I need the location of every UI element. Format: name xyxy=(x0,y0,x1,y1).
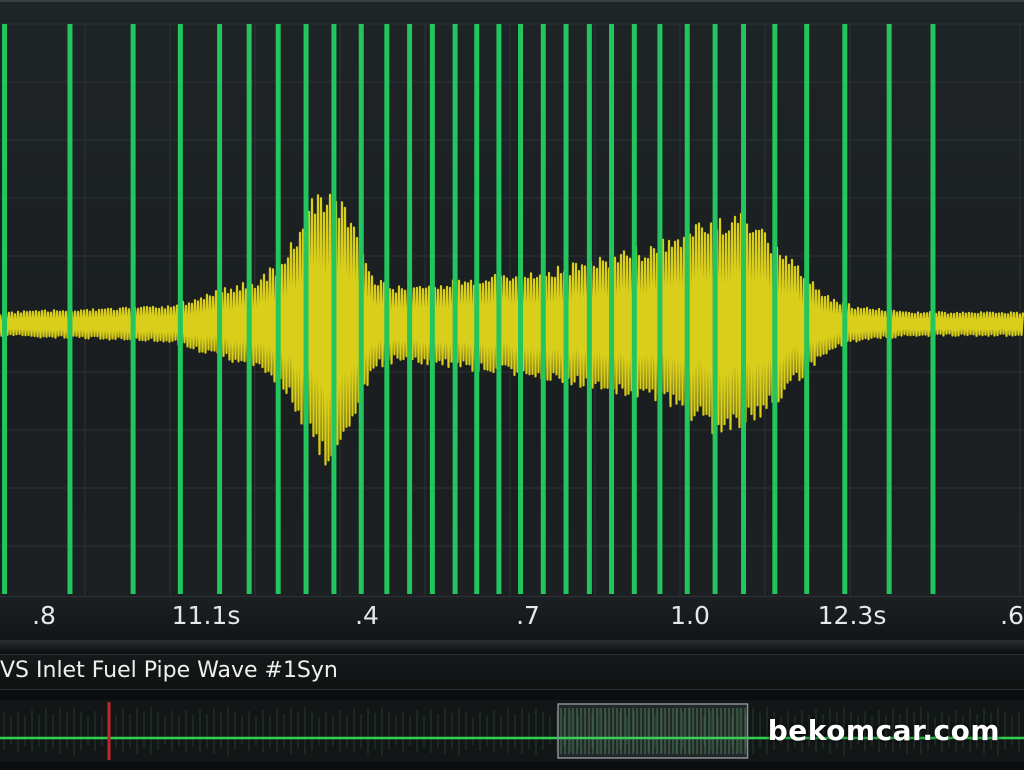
overview-window xyxy=(557,703,749,759)
waveform-plot xyxy=(0,22,1024,598)
x-tick-label: .4 xyxy=(355,601,379,630)
x-tick-label: 12.3s xyxy=(817,601,887,630)
channel-title: VS Inlet Fuel Pipe Wave #1Syn xyxy=(0,658,338,683)
watermark: bekomcar.com xyxy=(767,714,1000,747)
x-tick-label: 1.0 xyxy=(670,601,710,630)
panel-divider xyxy=(0,640,1024,654)
channel-bar[interactable]: VS Inlet Fuel Pipe Wave #1Syn xyxy=(0,654,1024,690)
timeline-overview[interactable]: bekomcar.com xyxy=(0,700,1024,762)
time-axis: .8 11.1s .4 .7 1.0 12.3s .6 xyxy=(0,596,1024,641)
waveform-display[interactable] xyxy=(0,0,1024,598)
x-tick-label: .6 xyxy=(1000,601,1024,630)
x-tick-label: 11.1s xyxy=(171,601,241,630)
x-tick-label: .7 xyxy=(516,601,540,630)
x-tick-label: .8 xyxy=(32,601,56,630)
waveform-series xyxy=(0,188,1024,466)
